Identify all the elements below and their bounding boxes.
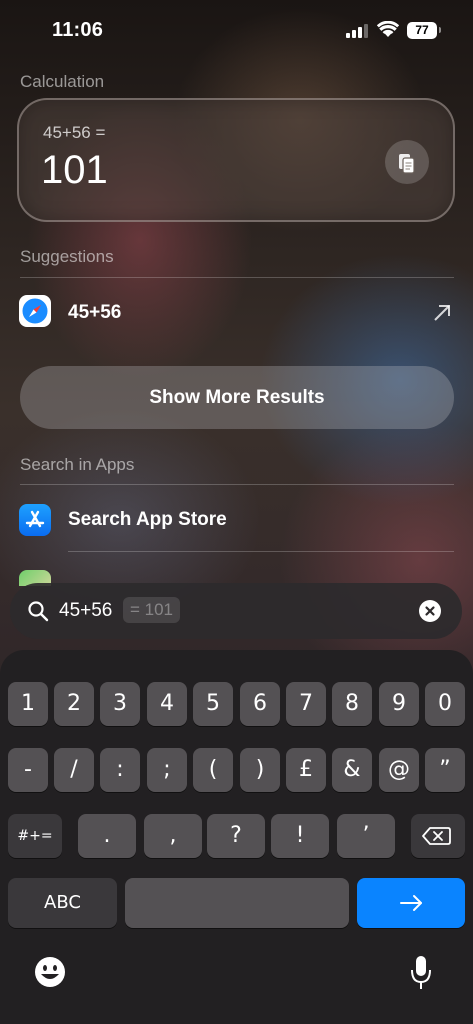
go-key[interactable]	[357, 878, 465, 928]
key-open-paren[interactable]: (	[193, 748, 233, 792]
key-period[interactable]: .	[78, 814, 136, 858]
cellular-signal-icon	[346, 24, 368, 38]
key-quote[interactable]: ”	[425, 748, 465, 792]
divider	[20, 277, 454, 278]
key-9[interactable]: 9	[379, 682, 419, 726]
divider	[20, 484, 454, 485]
key-8[interactable]: 8	[332, 682, 372, 726]
battery-indicator: 77	[407, 22, 441, 39]
key-at[interactable]: @	[379, 748, 419, 792]
key-0[interactable]: 0	[425, 682, 465, 726]
key-hyphen[interactable]: -	[8, 748, 48, 792]
symbols-toggle-key[interactable]: #+=	[8, 814, 62, 858]
suggestion-label: 45+56	[68, 302, 122, 323]
suggestion-row[interactable]: 45+56	[0, 292, 473, 336]
key-close-paren[interactable]: )	[240, 748, 280, 792]
status-bar: 11:06 77	[0, 0, 473, 62]
search-app-store-label: Search App Store	[68, 509, 227, 530]
search-inline-result: = 101	[123, 597, 181, 623]
key-4[interactable]: 4	[147, 682, 187, 726]
search-bar[interactable]: 45+56 = 101	[10, 583, 462, 639]
keyboard: 1 2 3 4 5 6 7 8 9 0 - / : ; ( ) £ & @ ” …	[0, 650, 473, 1024]
key-comma[interactable]: ,	[144, 814, 202, 858]
safari-icon	[19, 295, 51, 327]
search-in-apps-section-label: Search in Apps	[20, 455, 135, 474]
key-2[interactable]: 2	[54, 682, 94, 726]
arrow-up-right-icon	[434, 305, 450, 321]
key-semicolon[interactable]: ;	[147, 748, 187, 792]
calculation-expression: 45+56 =	[43, 123, 106, 142]
status-time: 11:06	[52, 19, 104, 41]
key-colon[interactable]: :	[100, 748, 140, 792]
key-slash[interactable]: /	[54, 748, 94, 792]
delete-icon	[422, 827, 451, 845]
divider	[68, 551, 454, 552]
calculation-result: 101	[41, 148, 108, 192]
key-3[interactable]: 3	[100, 682, 140, 726]
emoji-icon[interactable]	[33, 955, 67, 989]
key-5[interactable]: 5	[193, 682, 233, 726]
abc-key[interactable]: ABC	[8, 878, 117, 928]
calculation-section-label: Calculation	[20, 72, 105, 91]
key-apostrophe[interactable]: ’	[337, 814, 395, 858]
suggestions-section-label: Suggestions	[20, 247, 114, 266]
calculation-card[interactable]: 45+56 = 101	[17, 98, 455, 222]
key-6[interactable]: 6	[240, 682, 280, 726]
key-pound[interactable]: £	[286, 748, 326, 792]
key-exclamation[interactable]: !	[271, 814, 329, 858]
arrow-right-icon	[400, 895, 422, 911]
clear-search-button[interactable]	[419, 600, 441, 622]
search-app-store-row[interactable]: Search App Store	[0, 500, 473, 540]
search-input[interactable]: 45+56	[59, 600, 112, 622]
key-7[interactable]: 7	[286, 682, 326, 726]
close-icon	[425, 606, 435, 616]
space-key[interactable]	[125, 878, 349, 928]
copy-icon	[399, 154, 415, 174]
copy-button[interactable]	[385, 140, 429, 184]
wifi-icon	[377, 21, 399, 37]
key-ampersand[interactable]: &	[332, 748, 372, 792]
show-more-results-button[interactable]: Show More Results	[20, 366, 454, 429]
microphone-icon[interactable]	[410, 955, 432, 991]
key-1[interactable]: 1	[8, 682, 48, 726]
delete-key[interactable]	[411, 814, 465, 858]
app-store-icon	[19, 504, 51, 536]
search-icon	[28, 601, 49, 622]
key-question[interactable]: ?	[207, 814, 265, 858]
